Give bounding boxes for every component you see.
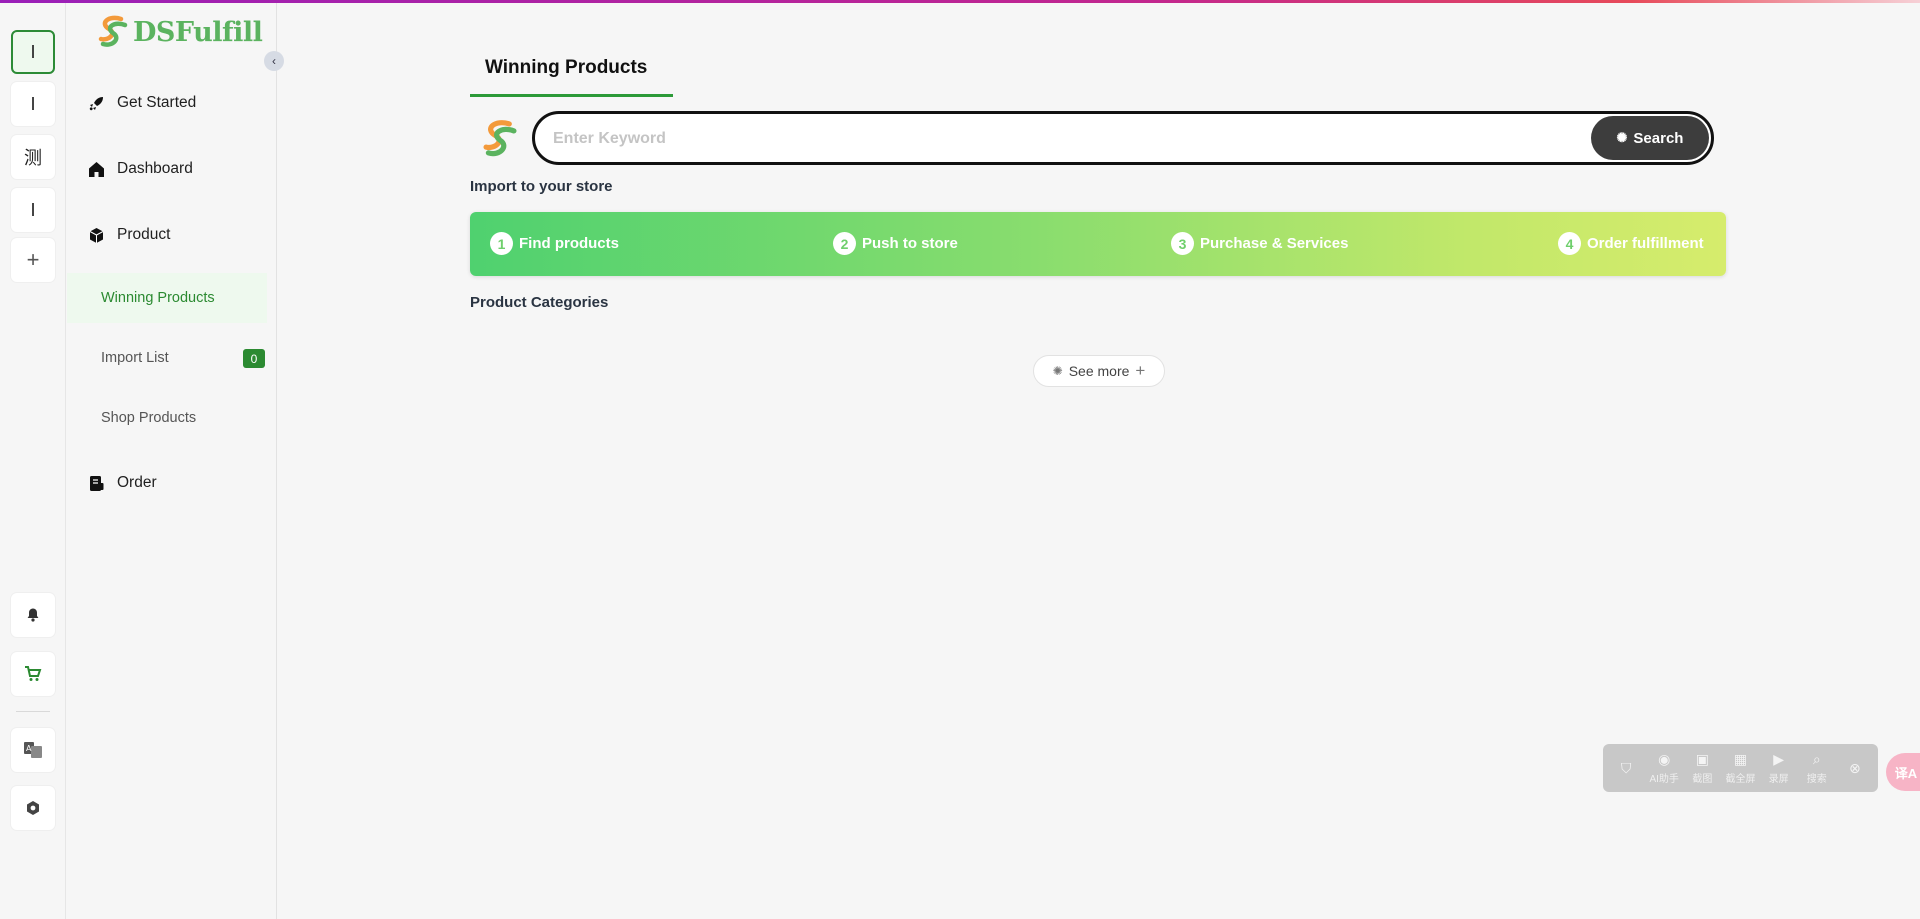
- fb-record[interactable]: ▶ 录屏: [1762, 751, 1796, 785]
- loading-spinner-icon: ✺: [1616, 130, 1628, 145]
- rail-store-label: 测: [24, 148, 42, 168]
- rail-store-1[interactable]: I: [11, 30, 55, 74]
- search-image-icon: ⌕: [1812, 751, 1821, 767]
- rail-store-4[interactable]: I: [11, 188, 55, 232]
- home-icon: [87, 160, 105, 178]
- search-box: ✺ Search: [532, 111, 1714, 165]
- collapse-sidebar-button[interactable]: ‹: [264, 51, 284, 71]
- rocket-icon: [87, 94, 105, 112]
- search-logo-icon: [483, 120, 517, 157]
- brand-logo[interactable]: DSFulfill: [95, 13, 263, 51]
- page-title: Winning Products: [470, 57, 673, 97]
- step-label: Purchase & Services: [1200, 235, 1349, 252]
- nav-order[interactable]: Order: [87, 474, 157, 492]
- fb-label: 录屏: [1768, 774, 1789, 785]
- rail-store-label: I: [30, 41, 36, 62]
- notifications-button[interactable]: [11, 593, 55, 637]
- fb-label: 截图: [1692, 774, 1713, 785]
- cart-icon: [25, 666, 42, 681]
- brand-name: DSFulfill: [133, 16, 263, 48]
- fb-close[interactable]: ⊗: [1838, 760, 1872, 777]
- nav-shop-products[interactable]: Shop Products: [67, 393, 267, 443]
- nav-import-list[interactable]: Import List 0: [67, 333, 267, 383]
- video-icon: ▶: [1773, 751, 1785, 767]
- chevron-left-icon: ‹: [272, 54, 276, 68]
- rail-store-3[interactable]: 测: [11, 135, 55, 179]
- step-label: Find products: [519, 235, 619, 252]
- settings-button[interactable]: [11, 786, 55, 830]
- fb-fullscreen-shot[interactable]: ▦ 截全屏: [1723, 751, 1757, 785]
- rail-divider: [16, 711, 50, 712]
- translate-icon: A: [24, 742, 42, 758]
- loading-spinner-icon: ✺: [1052, 364, 1063, 378]
- brand-logo-icon: [98, 15, 128, 47]
- sidebar: DSFulfill ‹ Get Started Dashboard Produc…: [67, 3, 284, 919]
- import-count-badge: 0: [243, 349, 265, 368]
- step-number: 1: [490, 232, 513, 255]
- fb-screenshot[interactable]: ▣ 截图: [1685, 751, 1719, 785]
- step-3: 3 Purchase & Services: [1171, 232, 1348, 255]
- nav-dashboard-label: Dashboard: [117, 160, 193, 177]
- nav-get-started[interactable]: Get Started: [87, 94, 196, 112]
- language-button[interactable]: A: [11, 728, 55, 772]
- step-2: 2 Push to store: [833, 232, 958, 255]
- nav-product-label: Product: [117, 226, 171, 243]
- rail-store-label: I: [30, 93, 36, 114]
- ai-icon: ◉: [1658, 751, 1671, 767]
- see-more-label: See more: [1068, 363, 1130, 379]
- fb-shield[interactable]: ⛉: [1609, 760, 1643, 777]
- step-label: Order fulfillment: [1587, 235, 1704, 252]
- step-4: 4 Order fulfillment: [1558, 232, 1704, 255]
- rail-store-2[interactable]: I: [11, 82, 55, 126]
- nav-get-started-label: Get Started: [117, 94, 197, 111]
- camera-icon: ▣: [1695, 751, 1709, 767]
- fb-label: AI助手: [1649, 774, 1679, 785]
- import-section-label: Import to your store: [470, 178, 613, 195]
- floating-toolbar: ⛉ ◉ AI助手 ▣ 截图 ▦ 截全屏 ▶ 录屏 ⌕ 搜索 ⊗: [1603, 744, 1878, 792]
- svg-text:A: A: [26, 744, 32, 753]
- fb-ai-assistant[interactable]: ◉ AI助手: [1647, 751, 1681, 785]
- screen-icon: ▦: [1733, 751, 1748, 767]
- nav-product[interactable]: Product: [87, 226, 170, 244]
- rail-store-label: I: [30, 199, 36, 220]
- shield-icon: ⛉: [1620, 759, 1632, 776]
- step-label: Push to store: [862, 235, 958, 252]
- bell-icon: [27, 608, 39, 622]
- search-area: ✺ Search: [478, 109, 1714, 167]
- fb-label: 搜索: [1806, 774, 1827, 785]
- add-store-label: +: [26, 247, 40, 272]
- fb-label: 截全屏: [1725, 774, 1756, 785]
- add-store-button[interactable]: +: [11, 238, 55, 282]
- plus-icon: +: [1135, 361, 1146, 380]
- step-1: 1 Find products: [490, 232, 619, 255]
- search-button-label: Search: [1633, 129, 1684, 147]
- step-number: 2: [833, 232, 856, 255]
- nav-import-list-label: Import List: [101, 350, 169, 366]
- nav-shop-products-label: Shop Products: [101, 410, 197, 426]
- translate-bubble[interactable]: 译A: [1886, 753, 1920, 791]
- fb-image-search[interactable]: ⌕ 搜索: [1800, 751, 1834, 785]
- step-number: 4: [1558, 232, 1581, 255]
- order-icon: [87, 474, 105, 492]
- store-rail: I I 测 I + A: [0, 3, 66, 919]
- nav-winning-products[interactable]: Winning Products: [67, 273, 267, 323]
- step-number: 3: [1171, 232, 1194, 255]
- search-button[interactable]: ✺ Search: [1591, 116, 1709, 160]
- nav-order-label: Order: [117, 474, 157, 491]
- search-input[interactable]: [553, 126, 1553, 152]
- cart-button[interactable]: [11, 652, 55, 696]
- import-steps-banner: 1 Find products 2 Push to store 3 Purcha…: [470, 212, 1726, 276]
- close-icon: ⊗: [1849, 759, 1861, 776]
- settings-icon: [27, 801, 39, 815]
- nav-dashboard[interactable]: Dashboard: [87, 160, 193, 178]
- nav-winning-products-label: Winning Products: [101, 290, 215, 306]
- categories-section-label: Product Categories: [470, 294, 609, 311]
- box-icon: [87, 226, 105, 244]
- see-more-button[interactable]: ✺ See more +: [1033, 355, 1165, 387]
